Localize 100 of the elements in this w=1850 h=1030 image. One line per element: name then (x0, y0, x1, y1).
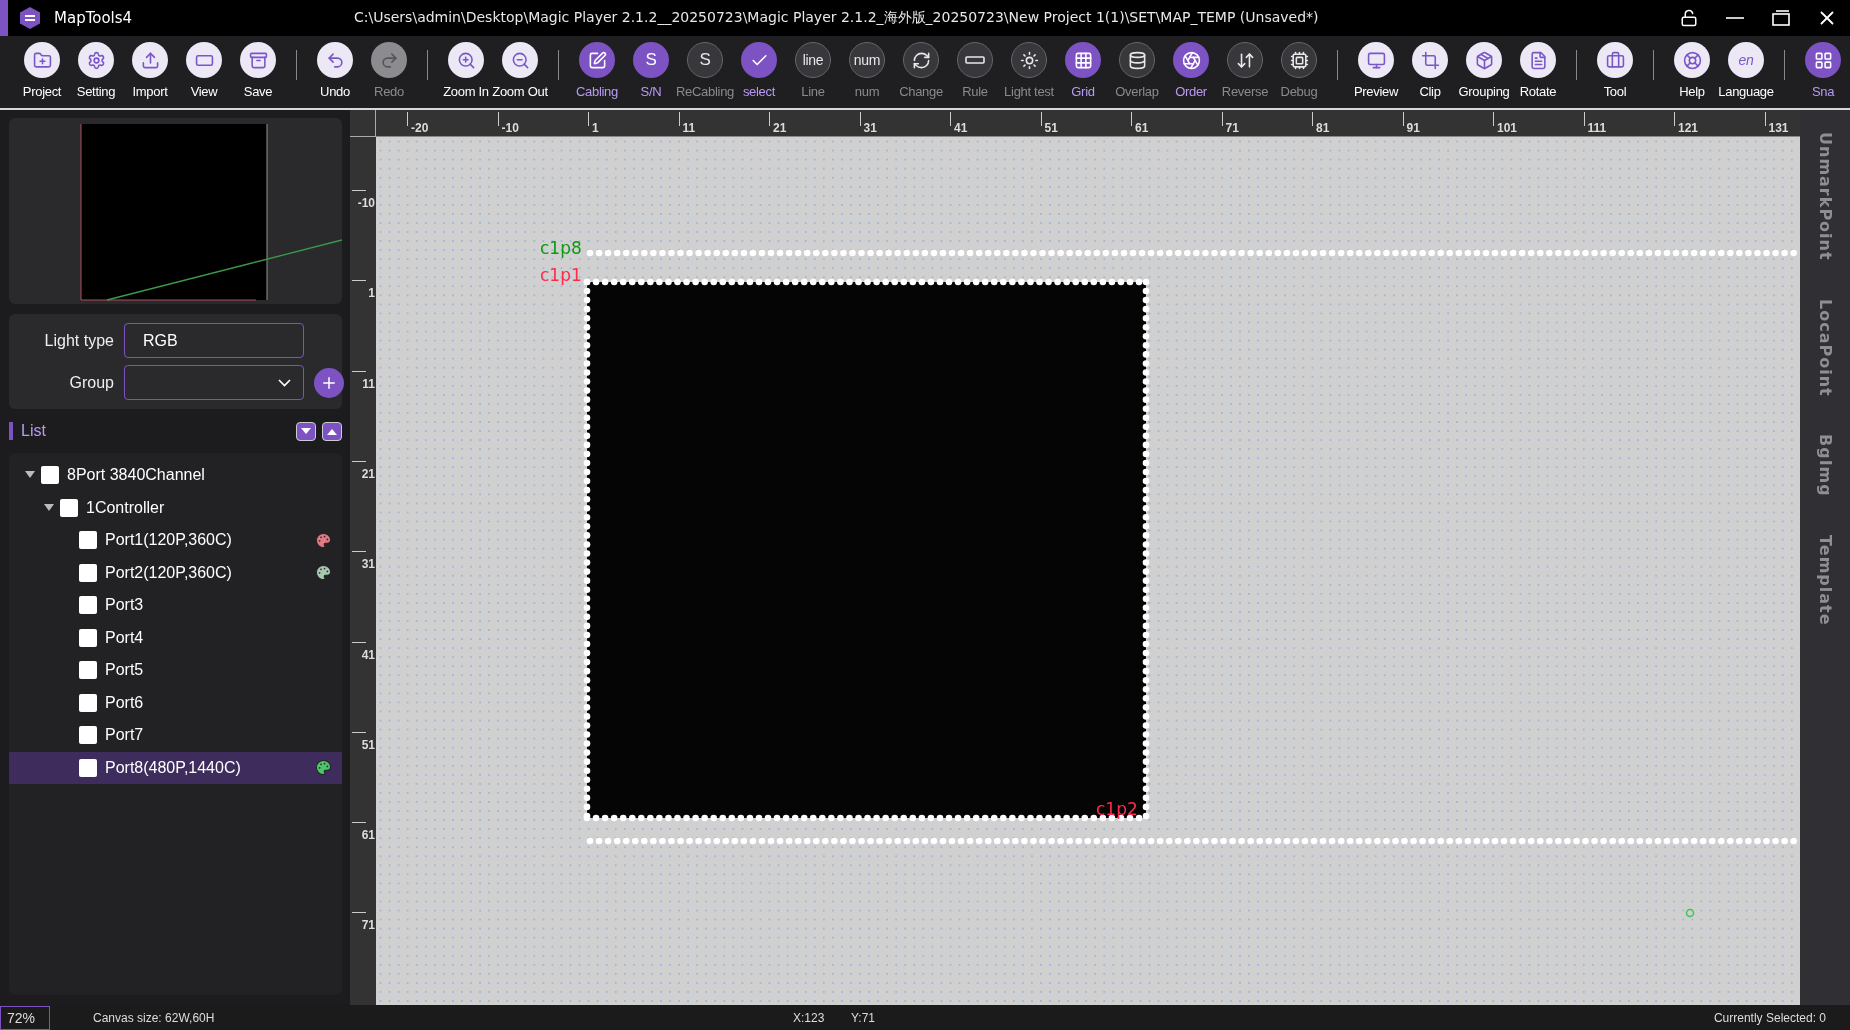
toolbar-button[interactable]: Overlap (1110, 42, 1164, 99)
toolbar-button[interactable]: Cabling (570, 42, 624, 99)
side-tab[interactable]: LocaPoint (1815, 298, 1835, 397)
zoom-level: 72% (0, 1005, 50, 1030)
window-title: C:\Users\admin\Desktop\Magic Player 2.1.2__20250723\Magic Player 2.1.2_海外版_20250723\New Project 1(1)\SET\MAP_TEMP (Unsaved*) (354, 9, 1320, 27)
toolbar-button[interactable]: Grouping (1457, 42, 1511, 99)
add-button[interactable] (314, 367, 344, 398)
expand-button[interactable] (322, 421, 342, 441)
bar-icon (965, 56, 985, 64)
toolbar-button[interactable]: Sna (1796, 42, 1850, 99)
checkbox[interactable] (41, 466, 59, 485)
toolbar-button[interactable]: Rotate (1511, 42, 1565, 99)
tree-row[interactable]: Port2(120P,360C) (9, 556, 342, 589)
tree-row[interactable]: Port1(120P,360C) (9, 524, 342, 557)
ruler-label: 1 (368, 286, 375, 301)
toolbar-button[interactable]: Zoom Out (493, 42, 547, 99)
toolbar-button[interactable]: Order (1164, 42, 1218, 99)
checkbox[interactable] (79, 628, 97, 647)
database-icon (1127, 50, 1147, 70)
side-tab[interactable]: UnmarkPoint (1815, 132, 1835, 261)
ruler-label: 11 (362, 376, 375, 391)
toolbar-button[interactable]: Undo (308, 42, 362, 99)
sun-icon (1019, 50, 1039, 70)
toolbar-button[interactable]: Redo (362, 42, 416, 99)
light-type-field[interactable]: RGB (124, 323, 304, 358)
lifebuoy-icon (1682, 50, 1702, 70)
aperture-icon (1181, 50, 1201, 70)
grid-icon (1073, 50, 1093, 70)
tree-row[interactable]: Port6 (9, 686, 342, 719)
toolbar-button[interactable]: View (177, 42, 231, 99)
toolbar-button[interactable]: S S/N (624, 42, 678, 99)
checkbox[interactable] (79, 563, 97, 582)
tree-row[interactable]: 8Port 3840Channel (9, 459, 342, 492)
package-icon (1474, 50, 1494, 70)
tree-label: Port5 (105, 661, 145, 680)
pencil-square-icon (587, 50, 607, 70)
checkbox[interactable] (79, 596, 97, 615)
folder-plus-icon (32, 50, 52, 70)
ruler-label: 131 (1768, 121, 1789, 135)
toolbar-button[interactable]: Tool (1588, 42, 1642, 99)
ruler-label: 41 (361, 647, 375, 662)
maximize-icon (1772, 10, 1790, 26)
ruler-label: 41 (954, 121, 968, 135)
list-title: List (9, 422, 290, 440)
checkbox[interactable] (79, 531, 97, 550)
toolbar-button[interactable]: Save (231, 42, 285, 99)
toolbar-button[interactable]: Help (1665, 42, 1719, 99)
toolbar-button[interactable]: Preview (1349, 42, 1403, 99)
undo-icon (325, 50, 345, 70)
toolbar-button[interactable]: Grid (1056, 42, 1110, 99)
toolbar-button[interactable]: Import (123, 42, 177, 99)
ruler-label: -10 (357, 196, 375, 210)
side-tab[interactable]: BgImg (1815, 434, 1835, 498)
monitor-icon (1366, 50, 1386, 70)
toolbar-button[interactable]: Rule (948, 42, 1002, 99)
triangle-down-icon (301, 427, 311, 435)
tree-row[interactable]: Port4 (9, 621, 342, 654)
toolbar-button[interactable]: Project (15, 42, 69, 99)
toolbar-button[interactable]: Zoom In (439, 42, 493, 99)
checkbox[interactable] (79, 661, 97, 680)
tree-row[interactable]: 1Controller (9, 491, 342, 524)
checkbox[interactable] (79, 758, 97, 777)
archive-icon (248, 50, 268, 70)
upload-icon (140, 50, 160, 70)
tree-row[interactable]: Port5 (9, 654, 342, 687)
collapse-button[interactable] (296, 421, 316, 441)
ruler-label: 11 (682, 121, 696, 135)
toolbar-button[interactable]: en Language (1719, 42, 1773, 99)
tree-label: Port2(120P,360C) (105, 563, 233, 582)
toolbar-button[interactable]: S ReCabling (678, 42, 732, 99)
toolbar-button[interactable]: select (732, 42, 786, 99)
point-marker-icon (1685, 908, 1695, 918)
zoom-in-icon (456, 50, 476, 70)
ruler-label: -10 (501, 121, 519, 135)
tree-row[interactable]: Port3 (9, 589, 342, 622)
toolbar-button[interactable]: Clip (1403, 42, 1457, 99)
tree-label: 8Port 3840Channel (67, 466, 206, 485)
checkbox[interactable] (79, 693, 97, 712)
group-dropdown[interactable] (124, 365, 304, 400)
toolbar-button[interactable]: Setting (69, 42, 123, 99)
arrows-icon (1235, 50, 1255, 70)
tree-label: Port7 (105, 726, 145, 745)
toolbar-button[interactable]: Debug (1272, 42, 1326, 99)
briefcase-icon (1605, 50, 1625, 70)
side-tab[interactable]: Template (1815, 535, 1835, 626)
toolbar-button[interactable]: line Line (786, 42, 840, 99)
checkbox[interactable] (79, 726, 97, 745)
ruler-label: 51 (361, 737, 375, 752)
ruler-label: 21 (773, 121, 787, 135)
selection-count: Currently Selected: 0 (1713, 1010, 1826, 1025)
tree-row[interactable]: Port8(480P,1440C) (9, 751, 342, 784)
zoom-out-icon (510, 50, 530, 70)
tree-label: Port8(480P,1440C) (105, 758, 242, 777)
toolbar-button[interactable]: Light test (1002, 42, 1056, 99)
toolbar-button[interactable]: Reverse (1218, 42, 1272, 99)
toolbar-button[interactable]: num num (840, 42, 894, 99)
tree-row[interactable]: Port7 (9, 719, 342, 752)
chip-icon (1289, 50, 1309, 70)
toolbar-button[interactable]: Change (894, 42, 948, 99)
checkbox[interactable] (60, 498, 78, 517)
